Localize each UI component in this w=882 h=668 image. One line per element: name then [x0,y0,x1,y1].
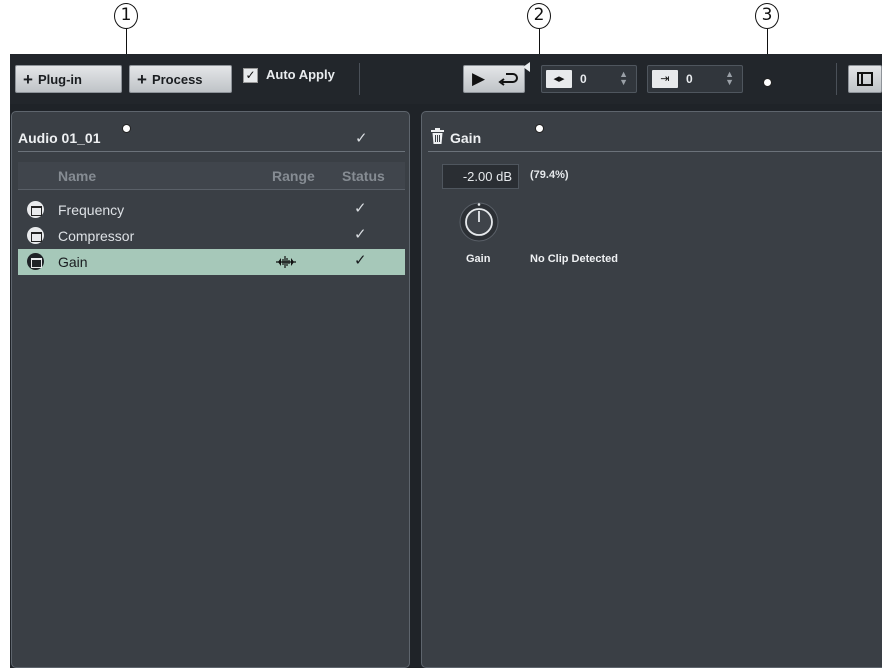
pre-roll-stepper[interactable]: ▲ ▼ [619,70,628,87]
column-name[interactable]: Name [58,168,96,184]
preview-menu-indicator[interactable] [523,62,530,72]
process-name: Frequency [58,202,125,218]
gain-percent: (79.4%) [530,169,569,181]
clip-status: No Clip Detected [530,253,619,265]
list-header: Name Range Status [18,162,405,190]
process-name: Compressor [58,228,135,244]
post-roll-field[interactable]: ⇥ 0 ▲ ▼ [647,65,743,93]
process-name: Gain [58,254,88,270]
gain-value-field[interactable]: -2.00 dB [442,164,519,189]
bypass-toggle-icon[interactable] [27,253,44,270]
plus-icon: + [23,69,33,89]
divider [18,151,405,152]
processing-list-panel: Audio 01_01 ✓ Name Range Status Frequenc… [11,111,410,668]
toolbar: + Plug-in + Process ✓ Auto Apply ▶ ◂▸ 0 … [10,54,882,104]
status-check-icon: ✓ [354,251,367,269]
loop-icon[interactable] [498,71,518,87]
range-icon [276,256,296,268]
gain-knob-label: Gain [466,253,491,265]
add-process-button[interactable]: + Process [129,65,232,93]
callout-1-anchor [122,124,131,133]
callout-2: 2 [527,3,551,29]
callout-3: 3 [755,3,779,29]
list-item[interactable]: Frequency ✓ [18,197,405,223]
bypass-toggle-icon[interactable] [27,227,44,244]
toolbar-divider [836,63,837,95]
plus-icon: + [137,69,147,89]
add-process-label: Process [151,71,203,87]
pre-roll-value[interactable]: 0 [580,72,587,86]
add-plugin-label: Plug-in [37,71,82,87]
callout-1: 1 [114,3,138,29]
list-item[interactable]: Compressor ✓ [18,223,405,249]
divider [428,151,882,152]
direct-offline-processing-window: + Plug-in + Process ✓ Auto Apply ▶ ◂▸ 0 … [10,54,882,668]
clip-status-check-icon: ✓ [355,129,368,147]
preview-controls: ▶ [463,65,525,93]
panel-icon [857,72,873,86]
post-roll-value[interactable]: 0 [686,72,693,86]
callout-3-anchor [763,78,772,87]
gain-knob[interactable] [459,202,499,242]
list-item-selected[interactable]: Gain ✓ [18,249,405,275]
add-plugin-button[interactable]: + Plug-in [15,65,122,93]
pre-roll-icon: ◂▸ [546,70,572,88]
show-panel-button[interactable] [848,65,882,93]
auto-apply-checkbox[interactable]: ✓ [243,68,258,83]
post-roll-stepper[interactable]: ▲ ▼ [725,70,734,87]
auto-apply-label: Auto Apply [266,67,335,82]
column-range[interactable]: Range [272,168,315,184]
callout-2-anchor [535,124,544,133]
bypass-toggle-icon[interactable] [27,201,44,218]
post-roll-icon: ⇥ [652,70,678,88]
process-editor-panel: Gain -2.00 dB (79.4%) Gain No Clip Detec… [421,111,882,668]
status-check-icon: ✓ [354,225,367,243]
column-status[interactable]: Status [342,168,385,184]
clip-name: Audio 01_01 [18,130,101,146]
status-check-icon: ✓ [354,199,367,217]
trash-icon[interactable] [431,128,444,144]
process-title: Gain [450,130,482,146]
pre-roll-field[interactable]: ◂▸ 0 ▲ ▼ [541,65,637,93]
play-icon[interactable]: ▶ [472,69,485,89]
toolbar-divider [359,63,360,95]
